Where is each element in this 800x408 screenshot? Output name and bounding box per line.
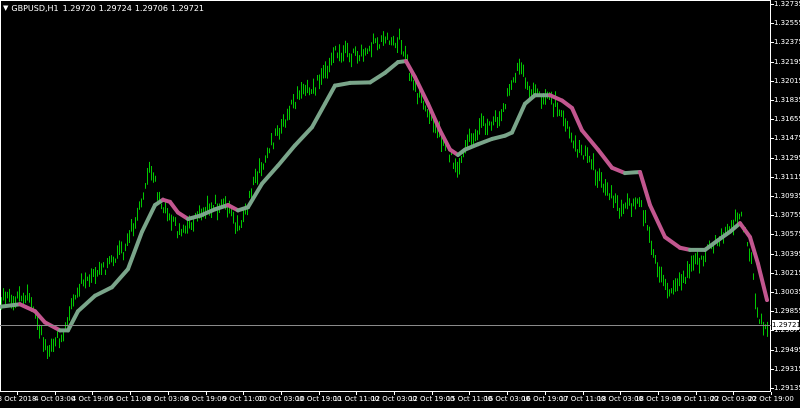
price-tick-label: 1.29315 [774, 364, 800, 373]
price-tick-label: 1.32015 [774, 76, 800, 85]
time-tick-label: 3 Oct 2018 [0, 395, 37, 403]
price-tick-label: 1.30935 [774, 192, 800, 200]
ma-segment [213, 203, 230, 212]
time-tick-label: 4 Oct 19:00 [71, 395, 113, 403]
ma-segment [623, 170, 642, 176]
ma-segment [33, 309, 47, 325]
price-plot[interactable] [0, 0, 800, 408]
price-tick-label: 1.30755 [774, 211, 800, 220]
close-quote: 1.29721 [170, 3, 205, 13]
ma-segment [93, 285, 114, 298]
ma-segment [738, 221, 752, 240]
ma-segment [323, 83, 337, 106]
price-tick-label: 1.31475 [774, 134, 800, 143]
time-tick-label: 8 Oct 03:00 [147, 395, 189, 403]
ma-segment [663, 235, 682, 250]
price-tick-label: 1.30035 [774, 288, 800, 296]
ma-segment [610, 165, 627, 176]
time-tick-label: 8 Oct 19:00 [184, 395, 227, 403]
ma-segment [76, 293, 97, 314]
price-tick-label: 1.31115 [774, 172, 800, 181]
ma-segment [756, 261, 769, 302]
price-tick-label: 1.32735 [774, 0, 800, 8]
ma-segment [570, 106, 584, 133]
open-quote: 1.29720 [62, 3, 96, 13]
ma-segment [463, 142, 480, 152]
price-tick-label: 1.30575 [774, 230, 800, 239]
price-tick-label: 1.30395 [774, 249, 800, 258]
current-price-label: 1.29721 [772, 320, 800, 331]
chart-title-bar: ▼ GBPUSD,H1 1.29720 1.29724 1.29706 1.29… [3, 2, 207, 14]
ma-segment [490, 133, 507, 141]
ma-segment [260, 163, 280, 186]
ma-segment [140, 203, 157, 234]
ma-segment [476, 136, 494, 147]
time-tick-label: 22 Oct 19:00 [748, 395, 794, 403]
ma-segment [276, 143, 297, 168]
ma-segment [348, 80, 372, 85]
price-tick-label: 1.29495 [774, 345, 800, 354]
price-tick-label: 1.29135 [774, 384, 800, 392]
ma-segment [246, 181, 264, 210]
ma-segment [333, 80, 352, 88]
price-tick-label: 1.31655 [774, 115, 800, 124]
plot-frame [0, 0, 771, 392]
price-axis[interactable]: 1.32735 1.32555 1.32375 1.32195 1.32015 1.318… [771, 0, 800, 392]
ma-segment [648, 203, 667, 240]
time-tick-label: 4 Oct 03:00 [34, 395, 76, 403]
moving-average-line [0, 59, 769, 333]
ma-segment [580, 128, 600, 152]
ma-segment [638, 170, 652, 208]
price-tick-label: 1.29855 [774, 307, 800, 316]
ma-segment [510, 101, 527, 135]
high-quote: 1.29724 [98, 3, 132, 13]
ma-segment [368, 70, 387, 85]
chart-window[interactable]: ▼ GBPUSD,H1 1.29720 1.29724 1.29706 1.29… [0, 0, 800, 408]
ma-segment [18, 302, 37, 314]
low-quote: 1.29706 [134, 3, 168, 13]
ma-segment [43, 320, 62, 333]
ma-segment [293, 125, 314, 148]
triangle-down-icon[interactable]: ▼ [3, 4, 8, 12]
ma-segment [0, 302, 22, 309]
time-axis[interactable]: 3 Oct 2018 4 Oct 03:00 4 Oct 19:00 5 Oct 11… [0, 392, 794, 408]
ma-segment [110, 267, 130, 290]
price-tick-label: 1.32555 [774, 19, 800, 28]
ma-segment [310, 101, 327, 130]
price-tick-label: 1.31295 [774, 153, 800, 162]
ma-segment [383, 60, 400, 75]
price-tick-label: 1.32195 [774, 57, 800, 66]
ma-segment [596, 147, 614, 170]
ma-segment [126, 229, 144, 272]
candle-bars [1, 28, 768, 359]
time-tick-label: 5 Oct 11:00 [109, 395, 151, 403]
price-tick-label: 1.30215 [774, 268, 800, 277]
price-tick-label: 1.32375 [774, 38, 800, 47]
price-tick-label: 1.31835 [774, 96, 800, 104]
ma-segment [404, 59, 417, 80]
symbol-label: GBPUSD,H1 [11, 3, 59, 13]
